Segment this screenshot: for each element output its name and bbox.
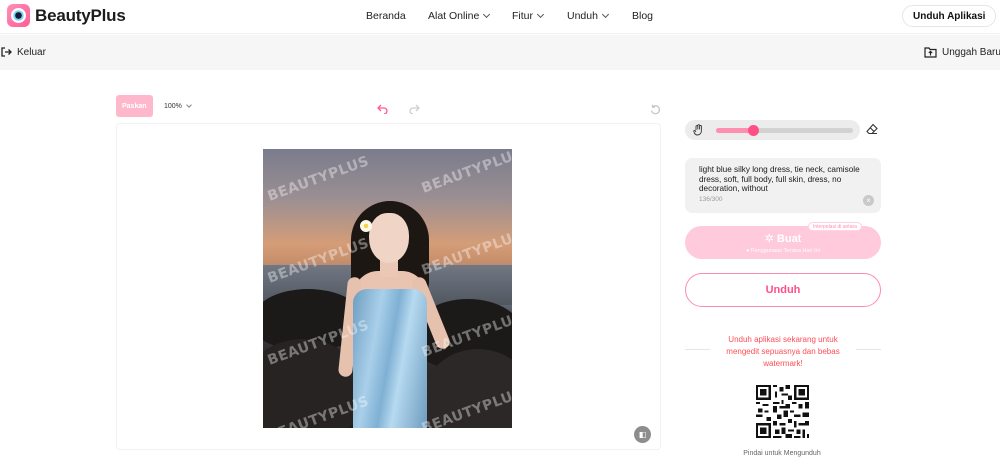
sparkle-icon: ✲ bbox=[764, 233, 777, 245]
chevron-down-icon bbox=[186, 101, 192, 108]
nav-item-label: Fitur bbox=[512, 10, 533, 22]
generate-sub-label: ● Penggunaan Tersisa Hari Ini bbox=[685, 248, 881, 254]
exit-button[interactable]: Keluar bbox=[0, 46, 46, 58]
nav-item-label: Alat Online bbox=[428, 10, 480, 22]
canvas-tool-row: Paskan 100% bbox=[116, 95, 661, 119]
eraser-icon[interactable] bbox=[866, 123, 878, 135]
nav-item-label: Blog bbox=[632, 10, 654, 22]
nav-item-beranda[interactable]: Beranda bbox=[366, 10, 406, 22]
upload-new-label: Unggah Baru bbox=[942, 46, 1000, 58]
hand-brush-icon[interactable] bbox=[693, 124, 704, 136]
download-qr-code bbox=[756, 385, 809, 438]
download-button[interactable]: Unduh bbox=[685, 273, 881, 307]
prompt-char-count: 136/300 bbox=[699, 196, 723, 203]
prompt-text[interactable]: light blue silky long dress, tie neck, c… bbox=[699, 165, 869, 194]
folder-upload-icon bbox=[924, 47, 937, 58]
exit-label: Keluar bbox=[17, 46, 46, 58]
generate-text: Buat bbox=[776, 233, 802, 245]
chevron-down-icon bbox=[483, 10, 491, 19]
chevron-down-icon bbox=[601, 10, 609, 19]
beautyplus-logo-icon[interactable] bbox=[7, 4, 30, 27]
compare-icon: ◧ bbox=[638, 430, 647, 439]
photo-face bbox=[369, 213, 409, 263]
nav-item-blog[interactable]: Blog bbox=[632, 10, 653, 22]
fit-button[interactable]: Paskan bbox=[116, 95, 153, 117]
reset-icon[interactable] bbox=[650, 104, 661, 115]
zoom-value: 100% bbox=[164, 102, 182, 110]
slider-thumb[interactable] bbox=[747, 125, 759, 136]
prompt-textarea[interactable]: light blue silky long dress, tie neck, c… bbox=[685, 158, 881, 213]
brush-size-slider[interactable] bbox=[716, 125, 853, 136]
promo-text: Unduh aplikasi sekarang untuk mengedit s… bbox=[726, 335, 840, 368]
divider bbox=[685, 349, 710, 350]
watermark: BEAUTYPLUS bbox=[265, 153, 372, 205]
download-app-button[interactable]: Unduh Aplikasi bbox=[902, 5, 997, 27]
compare-button[interactable]: ◧ bbox=[634, 426, 651, 443]
redo-icon[interactable] bbox=[409, 104, 420, 114]
edited-photo[interactable]: BEAUTYPLUS BEAUTYPLUS BEAUTYPLUS BEAUTYP… bbox=[263, 149, 512, 428]
divider bbox=[856, 349, 881, 350]
upload-new-button[interactable]: Unggah Baru bbox=[924, 46, 1000, 58]
remaining-usage-text: Penggunaan Tersisa Hari Ini bbox=[750, 248, 820, 254]
exit-icon bbox=[1, 47, 12, 57]
brush-size-control bbox=[685, 120, 860, 140]
flower-icon bbox=[360, 220, 372, 232]
nav-item-unduh[interactable]: Unduh bbox=[567, 10, 609, 22]
generate-badge: Interpolasi di antara bbox=[808, 222, 862, 231]
app-name[interactable]: BeautyPlus bbox=[35, 6, 126, 26]
nav-item-label: Unduh bbox=[567, 10, 598, 22]
generate-label: ✲ Buat bbox=[685, 232, 881, 245]
qr-caption: Pindai untuk Mengunduh bbox=[743, 450, 821, 457]
zoom-select[interactable]: 100% bbox=[164, 95, 206, 117]
nav-item-fitur[interactable]: Fitur bbox=[512, 10, 545, 22]
watermark: BEAUTYPLUS bbox=[419, 149, 512, 197]
nav-item-alat-online[interactable]: Alat Online bbox=[428, 10, 491, 22]
undo-icon[interactable] bbox=[377, 104, 388, 114]
clear-icon[interactable]: × bbox=[863, 195, 874, 206]
top-navbar: BeautyPlus Beranda Alat Online Fitur Und… bbox=[0, 0, 1000, 34]
chevron-down-icon bbox=[536, 10, 545, 19]
nav-item-label: Beranda bbox=[366, 10, 406, 22]
editor-toolbar: Keluar Unggah Baru bbox=[0, 35, 1000, 70]
